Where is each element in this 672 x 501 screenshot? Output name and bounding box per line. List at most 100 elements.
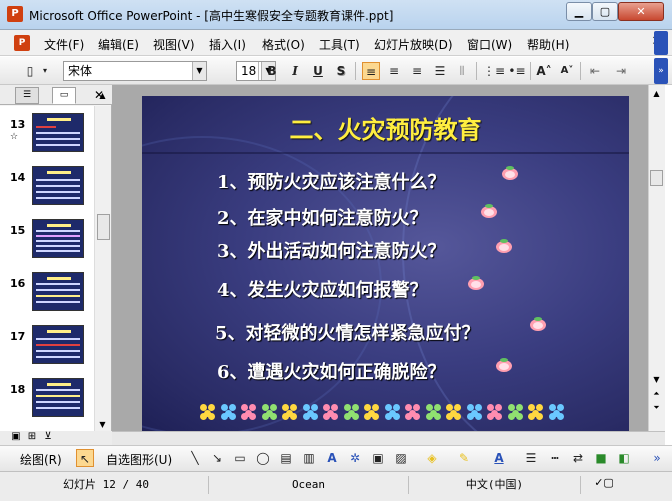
decrease-indent-icon[interactable]: ⇤ <box>586 62 604 80</box>
spellcheck-icon[interactable]: ✓▢ <box>593 476 615 492</box>
menu-insert[interactable]: 插入(I) <box>209 36 246 53</box>
slide-question[interactable]: 5、对轻微的火情怎样紧急应付？ <box>215 319 480 345</box>
arrow-icon[interactable]: ↘ <box>208 449 226 467</box>
textbox-icon[interactable]: ▤ <box>277 449 295 467</box>
menu-edit[interactable]: 编辑(E) <box>98 36 139 53</box>
menubar-options-chevron-icon[interactable] <box>654 31 668 55</box>
next-slide-icon[interactable]: ⏷ <box>649 400 664 415</box>
border-flower-icon <box>343 404 360 420</box>
thumbnail-scrollbar[interactable] <box>94 106 111 431</box>
close-window-button[interactable]: ✕ <box>618 2 664 21</box>
slide-question[interactable]: 1、预防火灾应该注意什么？ <box>217 168 446 194</box>
border-flower-icon <box>282 404 298 420</box>
border-flower-icon <box>487 404 503 420</box>
toolbar-separator <box>258 62 259 80</box>
border-flower-icon <box>200 404 216 420</box>
dash-style-icon[interactable]: ┅ <box>546 449 564 467</box>
menu-file[interactable]: 文件(F) <box>44 36 84 53</box>
slide-question[interactable]: 2、在家中如何注意防火？ <box>217 204 428 230</box>
picture-icon[interactable]: ▨ <box>392 449 410 467</box>
maximize-button[interactable]: ▢ <box>592 2 618 21</box>
vertical-text-icon[interactable]: ⫴ <box>453 62 471 80</box>
minimize-button[interactable]: ▁ <box>566 2 592 21</box>
slide-thumbnail[interactable] <box>32 166 84 205</box>
menu-help[interactable]: 帮助(H) <box>527 36 569 53</box>
diagram-icon[interactable]: ✲ <box>346 449 364 467</box>
thumbnail-number: 14 <box>10 171 26 184</box>
scroll-up-icon[interactable]: ▲ <box>95 88 110 103</box>
slide-sorter-icon[interactable]: ⊞ <box>26 431 38 443</box>
scroll-down-icon[interactable]: ▼ <box>649 372 664 387</box>
chevron-down-icon[interactable]: ▼ <box>192 62 206 80</box>
scroll-thumb[interactable] <box>650 170 663 186</box>
align-center-icon[interactable]: ≡ <box>385 62 403 80</box>
scroll-down-icon[interactable]: ▼ <box>95 418 110 431</box>
align-right-icon[interactable]: ≡ <box>408 62 426 80</box>
vertical-textbox-icon[interactable]: ▥ <box>300 449 318 467</box>
distribute-icon[interactable]: ☰ <box>431 62 449 80</box>
normal-view-icon[interactable]: ▣ <box>10 431 22 443</box>
toolbar-options-chevron-icon[interactable]: ▾ <box>40 62 50 80</box>
slide-thumbnail[interactable] <box>32 113 84 152</box>
font-color-icon[interactable]: A <box>490 449 508 467</box>
font-name-select[interactable]: 宋体 ▼ <box>63 61 207 81</box>
select-cursor-icon[interactable]: ↖ <box>76 449 94 467</box>
border-flower-icon <box>241 404 257 420</box>
fill-color-icon[interactable]: ◈ <box>423 449 441 467</box>
increase-font-size-icon[interactable]: A˄ <box>535 62 553 80</box>
draw-menu-button[interactable]: 绘图(R) <box>20 451 62 468</box>
toolbar-chevron-icon[interactable]: » <box>654 58 668 84</box>
oval-icon[interactable]: ◯ <box>254 449 272 467</box>
autoshapes-menu-button[interactable]: 自选图形(U) <box>106 451 172 468</box>
menu-view[interactable]: 视图(V) <box>153 36 195 53</box>
slide-title[interactable]: 二、火灾预防教育 <box>142 110 629 145</box>
slide-thumbnail[interactable] <box>32 219 84 258</box>
slide-thumbnail[interactable] <box>32 378 84 417</box>
bullets-icon[interactable]: •≡ <box>508 62 526 80</box>
menu-tools[interactable]: 工具(T) <box>319 36 360 53</box>
slide-position-status: 幻灯片 12 / 40 <box>4 476 209 494</box>
slide-question[interactable]: 4、发生火灾应如何报警？ <box>217 276 428 302</box>
arrow-style-icon[interactable]: ⇄ <box>569 449 587 467</box>
horizontal-scrollbar[interactable] <box>112 431 665 445</box>
shadow-button[interactable]: S <box>332 62 350 80</box>
rectangle-icon[interactable]: ▭ <box>231 449 249 467</box>
border-flower-icon <box>446 404 462 420</box>
document-icon[interactable]: P <box>14 35 30 51</box>
slide-thumbnail[interactable] <box>32 272 84 311</box>
font-size-value: 18 <box>241 64 257 78</box>
menu-format[interactable]: 格式(O) <box>262 36 305 53</box>
tab-outline[interactable]: ☰ <box>15 87 39 104</box>
align-left-icon[interactable]: ≡ <box>362 62 380 80</box>
menu-window[interactable]: 窗口(W) <box>467 36 512 53</box>
toolbar-separator <box>580 62 581 80</box>
line-color-icon[interactable]: ✎ <box>455 449 473 467</box>
wordart-icon[interactable]: A <box>323 449 341 467</box>
clipart-icon[interactable]: ▣ <box>369 449 387 467</box>
shadow-style-icon[interactable]: ■ <box>592 449 610 467</box>
previous-slide-icon[interactable]: ⏶ <box>649 386 664 401</box>
bold-button[interactable]: B <box>263 62 281 80</box>
scroll-up-icon[interactable]: ▲ <box>649 86 664 101</box>
underline-button[interactable]: U <box>309 62 327 80</box>
drawbar-chevron-icon[interactable]: » <box>648 449 666 467</box>
current-slide[interactable]: 二、火灾预防教育 1、预防火灾应该注意什么？ 2、在家中如何注意防火？ 3、外出… <box>142 96 629 431</box>
tab-slides[interactable]: ▭ <box>52 87 76 104</box>
menu-slideshow[interactable]: 幻灯片放映(D) <box>374 36 453 53</box>
powerpoint-app-icon[interactable]: P <box>7 6 23 22</box>
increase-indent-icon[interactable]: ⇥ <box>612 62 630 80</box>
slide-thumbnail[interactable] <box>32 325 84 364</box>
3d-style-icon[interactable]: ◧ <box>615 449 633 467</box>
line-style-icon[interactable]: ☰ <box>522 449 540 467</box>
flower-icon <box>479 204 499 222</box>
decrease-font-size-icon[interactable]: A˅ <box>558 62 576 80</box>
slide-question[interactable]: 3、外出活动如何注意防火？ <box>217 237 446 263</box>
slide-question[interactable]: 6、遭遇火灾如何正确脱险？ <box>217 358 446 384</box>
border-flower-icon <box>405 404 421 420</box>
line-icon[interactable]: ╲ <box>186 449 204 467</box>
toolbar-separator <box>530 62 531 80</box>
new-document-icon[interactable]: ▯ <box>21 62 39 80</box>
italic-button[interactable]: I <box>286 62 304 80</box>
numbering-icon[interactable]: ⋮≡ <box>483 62 505 80</box>
slideshow-view-icon[interactable]: ⊻ <box>42 431 54 443</box>
